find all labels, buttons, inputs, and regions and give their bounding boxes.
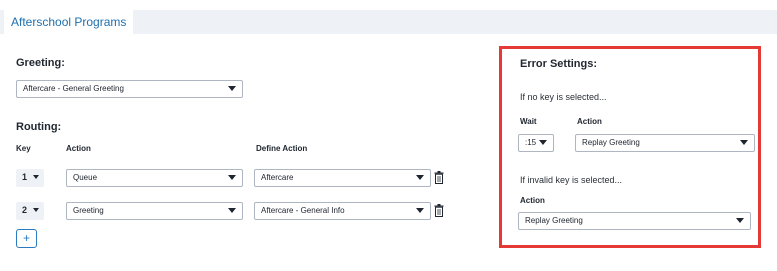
- no-key-action-select[interactable]: Replay Greeting: [575, 134, 755, 152]
- chevron-down-icon: [228, 175, 236, 180]
- error-settings-heading: Error Settings:: [520, 58, 598, 70]
- route-key-select-2[interactable]: 2: [16, 202, 44, 220]
- invalid-key-action-value: Replay Greeting: [525, 216, 583, 225]
- chevron-down-icon: [740, 140, 748, 145]
- route-define-value-1: Aftercare: [261, 173, 294, 182]
- chevron-down-icon: [33, 208, 39, 212]
- chevron-down-icon: [416, 208, 424, 213]
- invalid-key-selected-text: If invalid key is selected...: [520, 175, 623, 185]
- chevron-down-icon: [539, 140, 547, 145]
- column-header-key: Key: [16, 144, 31, 153]
- greeting-heading: Greeting:: [16, 57, 65, 69]
- route-define-select-2[interactable]: Aftercare - General Info: [254, 202, 431, 220]
- greeting-select-value: Aftercare - General Greeting: [23, 84, 124, 93]
- no-key-action-value: Replay Greeting: [582, 138, 640, 147]
- trash-icon[interactable]: [434, 204, 444, 217]
- routing-heading: Routing:: [16, 121, 62, 133]
- add-route-button[interactable]: +: [16, 229, 37, 248]
- invalid-key-action-label: Action: [520, 196, 545, 205]
- route-define-value-2: Aftercare - General Info: [261, 206, 345, 215]
- invalid-key-action-select[interactable]: Replay Greeting: [518, 212, 751, 230]
- chevron-down-icon: [736, 218, 744, 223]
- route-key-value-2: 2: [22, 205, 28, 215]
- chevron-down-icon: [33, 175, 39, 179]
- route-action-select-2[interactable]: Greeting: [66, 202, 243, 220]
- chevron-down-icon: [228, 86, 236, 91]
- wait-select[interactable]: :15: [518, 134, 554, 152]
- chevron-down-icon: [228, 208, 236, 213]
- route-define-select-1[interactable]: Aftercare: [254, 169, 431, 187]
- route-action-select-1[interactable]: Queue: [66, 169, 243, 187]
- route-action-value-2: Greeting: [73, 206, 104, 215]
- no-key-selected-text: If no key is selected...: [520, 92, 607, 102]
- wait-label: Wait: [520, 117, 537, 126]
- no-key-action-label: Action: [577, 117, 602, 126]
- column-header-define-action: Define Action: [256, 144, 308, 153]
- route-key-value-1: 1: [22, 172, 28, 182]
- plus-icon: +: [22, 231, 30, 245]
- chevron-down-icon: [416, 175, 424, 180]
- column-header-action: Action: [66, 144, 91, 153]
- trash-icon[interactable]: [434, 171, 444, 184]
- route-key-select-1[interactable]: 1: [16, 169, 44, 187]
- wait-select-value: :15: [525, 138, 537, 147]
- greeting-select[interactable]: Aftercare - General Greeting: [16, 80, 243, 98]
- page-title: Afterschool Programs: [11, 15, 127, 29]
- route-action-value-1: Queue: [73, 173, 98, 182]
